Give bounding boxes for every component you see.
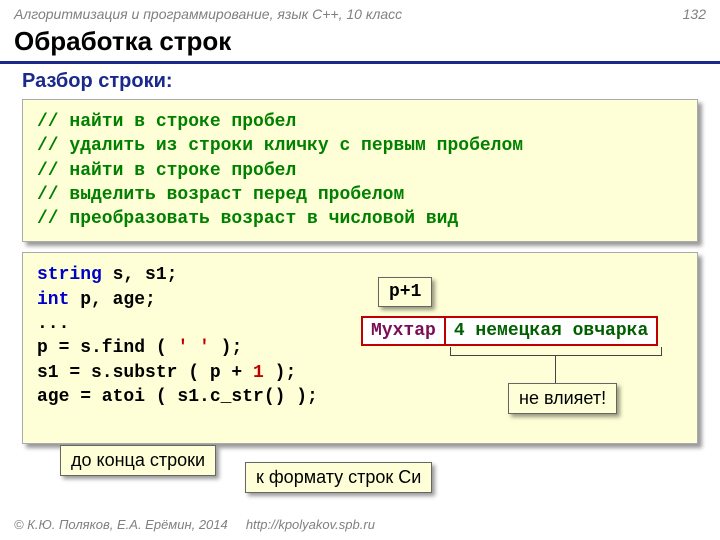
page-number: 132 — [683, 6, 706, 22]
code-text: ); — [210, 338, 242, 358]
comment-line: // найти в строке пробел — [37, 159, 683, 183]
code-text: s, s1; — [102, 265, 178, 285]
slide-header: Алгоритмизация и программирование, язык … — [0, 0, 720, 24]
string-diagram: Мухтар 4 немецкая овчарка — [361, 316, 658, 346]
section-title: Разбор строки: — [0, 64, 720, 99]
keyword-type: string — [37, 265, 102, 285]
code-text: p, age; — [69, 290, 155, 310]
comment-line: // найти в строке пробел — [37, 110, 683, 134]
code-text: p = s.find ( — [37, 338, 177, 358]
callout-pplus1: p+1 — [378, 277, 432, 307]
footer-url: http://kpolyakov.spb.ru — [246, 517, 375, 532]
comment-line: // преобразовать возраст в числовой вид — [37, 207, 683, 231]
string-part2: 4 немецкая овчарка — [444, 318, 656, 344]
comments-box: // найти в строке пробел // удалить из с… — [22, 99, 698, 242]
bracket-icon — [450, 347, 662, 356]
code-text: s1 = s.substr ( p + — [37, 363, 253, 383]
callout-cformat: к формату строк Си — [245, 462, 432, 493]
code-literal: ' ' — [177, 338, 209, 358]
copyright: © К.Ю. Поляков, Е.А. Ерёмин, 2014 — [14, 517, 228, 532]
comment-line: // выделить возраст перед пробелом — [37, 183, 683, 207]
callout-to-end: до конца строки — [60, 445, 216, 476]
course-label: Алгоритмизация и программирование, язык … — [14, 6, 402, 22]
code-line: s1 = s.substr ( p + 1 ); — [37, 361, 683, 385]
slide-footer: © К.Ю. Поляков, Е.А. Ерёмин, 2014 http:/… — [14, 517, 706, 532]
code-literal: 1 — [253, 363, 264, 383]
connector-line — [555, 355, 556, 383]
code-line: string s, s1; — [37, 263, 683, 287]
code-text: ); — [264, 363, 296, 383]
code-line: int p, age; — [37, 288, 683, 312]
callout-not-affect: не влияет! — [508, 383, 617, 414]
keyword-type: int — [37, 290, 69, 310]
string-part1: Мухтар — [363, 318, 444, 344]
comment-line: // удалить из строки кличку с первым про… — [37, 134, 683, 158]
slide-title: Обработка строк — [0, 24, 720, 64]
